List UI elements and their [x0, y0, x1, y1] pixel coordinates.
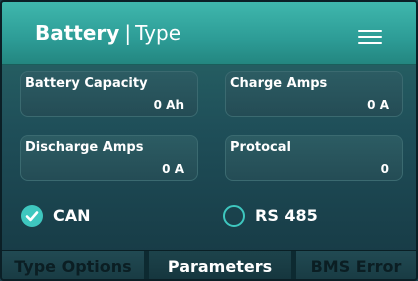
discharge-amps-label: Discharge Amps [25, 140, 144, 155]
tab-type-options[interactable]: Type Options [2, 251, 144, 279]
charge-amps-value: 0 A [367, 98, 389, 112]
menu-line-top [358, 30, 382, 32]
bottom-tab-bar: Type Options Parameters BMS Error [2, 250, 416, 279]
battery-capacity-value: 0 Ah [153, 98, 184, 112]
menu-line-middle [358, 36, 382, 38]
hamburger-menu-icon[interactable] [358, 30, 382, 44]
protocol-value: 0 [380, 162, 389, 176]
tab-parameters[interactable]: Parameters [149, 251, 291, 279]
title-secondary: Type [135, 21, 182, 45]
radio-can-label: CAN [53, 206, 91, 225]
protocol-field[interactable]: Protocal 0 [225, 135, 403, 181]
title-separator: | [124, 21, 132, 45]
checked-radio-icon [21, 205, 43, 227]
header-bar: Battery | Type [2, 2, 416, 65]
page-title: Battery | Type [35, 21, 181, 45]
menu-line-bottom [358, 42, 382, 44]
charge-amps-field[interactable]: Charge Amps 0 A [225, 71, 403, 117]
discharge-amps-field[interactable]: Discharge Amps 0 A [20, 135, 198, 181]
unchecked-radio-icon [223, 205, 245, 227]
discharge-amps-value: 0 A [162, 162, 184, 176]
radio-can[interactable]: CAN [21, 205, 111, 231]
battery-capacity-label: Battery Capacity [25, 76, 148, 91]
radio-rs485[interactable]: RS 485 [223, 205, 333, 231]
title-primary: Battery [35, 21, 120, 45]
checkmark-icon [25, 211, 39, 222]
radio-rs485-label: RS 485 [255, 206, 318, 225]
protocol-label: Protocal [230, 140, 291, 155]
battery-capacity-field[interactable]: Battery Capacity 0 Ah [20, 71, 198, 117]
charge-amps-label: Charge Amps [230, 76, 328, 91]
battery-type-screen: Battery | Type Battery Capacity 0 Ah Charg… [0, 0, 418, 281]
tab-bms-error[interactable]: BMS Error [296, 251, 416, 279]
